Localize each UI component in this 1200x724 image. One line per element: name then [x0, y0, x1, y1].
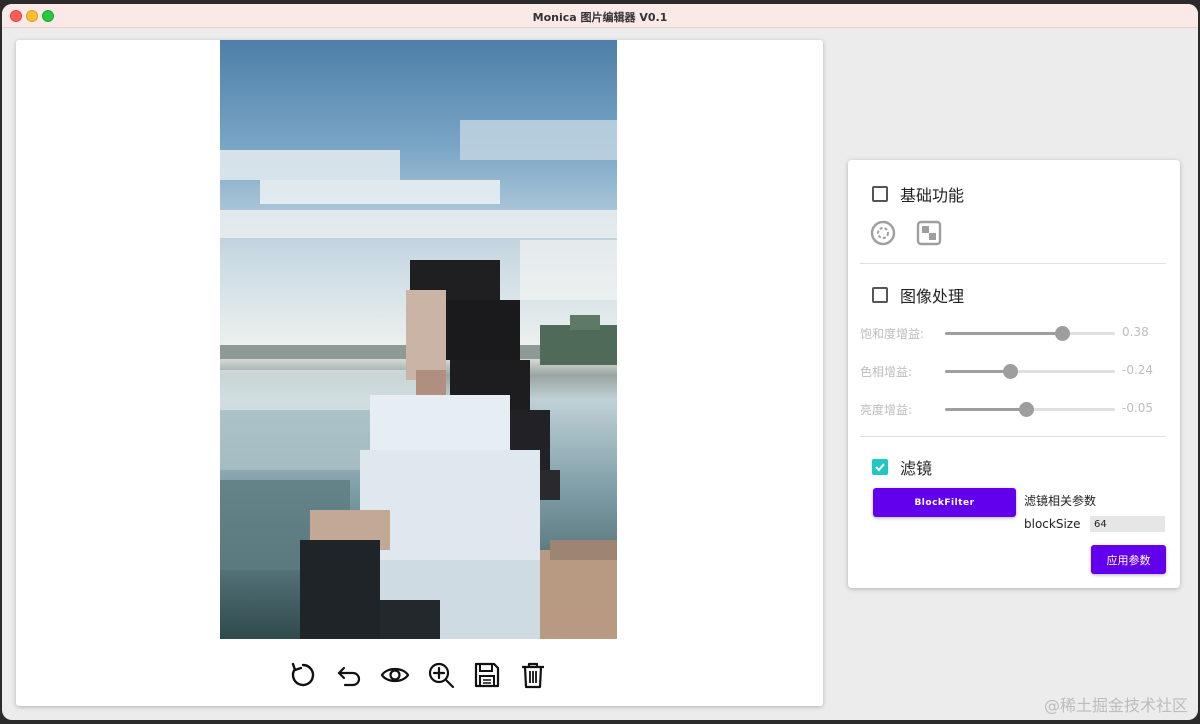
hue-label: 色相增益:	[860, 365, 913, 379]
basic-checkbox[interactable]	[872, 186, 888, 202]
filter-params-title: 滤镜相关参数	[1024, 494, 1097, 508]
filter-checkbox[interactable]	[872, 459, 888, 475]
brightness-slider[interactable]	[945, 402, 1115, 417]
blocksize-input[interactable]	[1090, 516, 1165, 532]
check-icon	[875, 463, 885, 472]
hue-value: -0.24	[1122, 363, 1154, 377]
saturation-slider-thumb[interactable]	[1055, 326, 1071, 341]
crop-icon[interactable]	[916, 220, 942, 246]
app-window: Monica 图片编辑器 V0.1 基础功能 图像处理 饱和度增益: 0.38 …	[2, 4, 1198, 720]
section-divider	[860, 436, 1166, 437]
window-title: Monica 图片编辑器 V0.1	[532, 11, 668, 24]
control-panel: 基础功能 图像处理 饱和度增益: 0.38 色相增益: -0.24 亮度增益: …	[848, 160, 1180, 588]
saturation-slider[interactable]	[945, 326, 1115, 341]
basic-section-label: 基础功能	[900, 186, 965, 205]
image-canvas	[16, 40, 823, 706]
delete-icon[interactable]	[516, 658, 549, 691]
blockfilter-button[interactable]: BlockFilter	[873, 488, 1016, 517]
rotate-circle-icon[interactable]	[870, 220, 896, 246]
brightness-label: 亮度增益:	[860, 403, 913, 417]
section-divider	[860, 263, 1166, 264]
hue-slider[interactable]	[945, 364, 1115, 379]
save-icon[interactable]	[470, 658, 503, 691]
rotate-icon[interactable]	[286, 658, 319, 691]
title-bar: Monica 图片编辑器 V0.1	[2, 4, 1198, 28]
saturation-value: 0.38	[1122, 325, 1149, 339]
saturation-slider-row: 饱和度增益: 0.38	[860, 323, 1170, 343]
pixelated-photo[interactable]	[220, 40, 617, 639]
blocksize-label: blockSize	[1024, 517, 1081, 531]
saturation-label: 饱和度增益:	[860, 327, 925, 341]
brightness-value: -0.05	[1122, 401, 1154, 415]
watermark: @稀土掘金技术社区	[1043, 696, 1188, 715]
filter-label: 滤镜	[900, 459, 933, 478]
filter-section-header: 滤镜	[872, 455, 932, 479]
zoom-in-icon[interactable]	[424, 658, 457, 691]
hue-slider-thumb[interactable]	[1002, 364, 1018, 379]
image-processing-section-header: 图像处理	[872, 283, 964, 307]
preview-eye-icon[interactable]	[378, 658, 411, 691]
image-toolbar	[286, 658, 549, 694]
undo-icon[interactable]	[332, 658, 365, 691]
image-processing-checkbox[interactable]	[872, 287, 888, 303]
basic-section-header: 基础功能	[872, 182, 964, 206]
brightness-slider-thumb[interactable]	[1018, 402, 1034, 417]
brightness-slider-row: 亮度增益: -0.05	[860, 399, 1170, 419]
hue-slider-row: 色相增益: -0.24	[860, 361, 1170, 381]
apply-params-button[interactable]: 应用参数	[1091, 545, 1166, 574]
image-processing-label: 图像处理	[900, 287, 965, 306]
